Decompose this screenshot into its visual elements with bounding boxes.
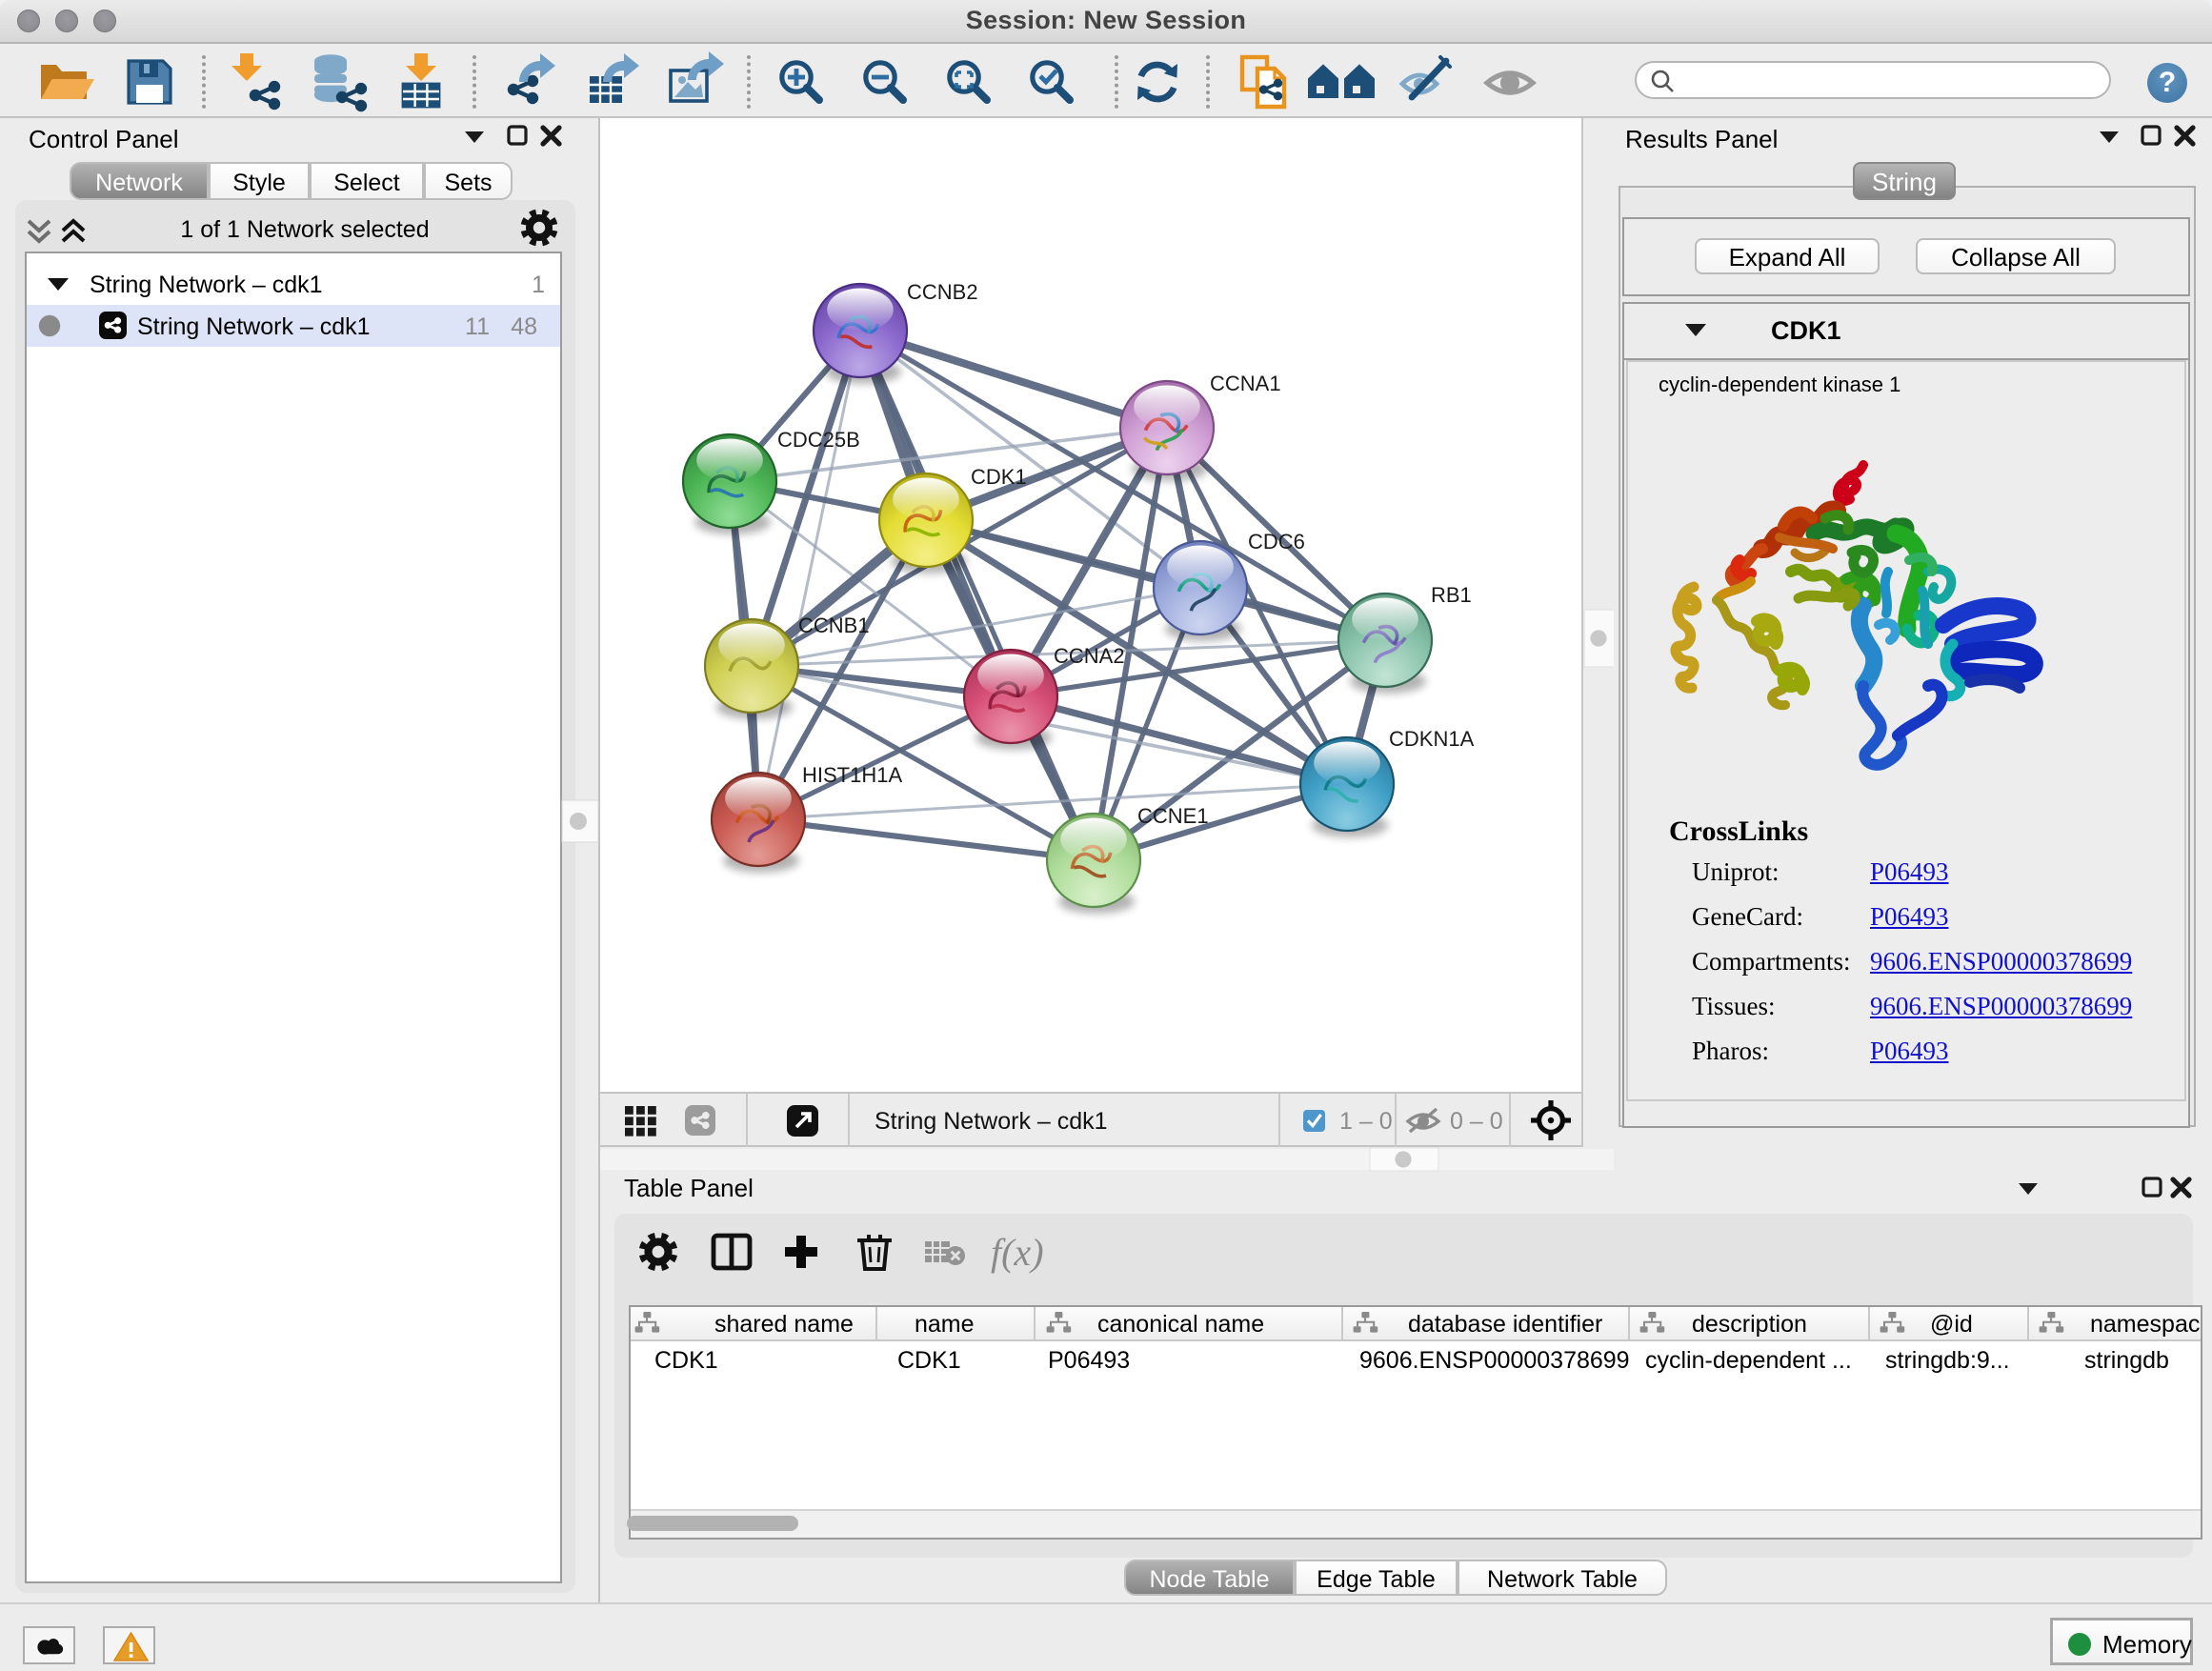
svg-text:CDC25B: CDC25B bbox=[777, 428, 860, 452]
svg-text:CDK1: CDK1 bbox=[971, 465, 1027, 489]
svg-text:CCNB2: CCNB2 bbox=[907, 280, 978, 304]
svg-text:String Network – cdk1: String Network – cdk1 bbox=[875, 1108, 1108, 1135]
svg-text:CCNE1: CCNE1 bbox=[1137, 804, 1209, 828]
svg-text:CDK1: CDK1 bbox=[897, 1347, 961, 1374]
svg-text:CDKN1A: CDKN1A bbox=[1389, 727, 1475, 751]
svg-text:cyclin-dependent ...: cyclin-dependent ... bbox=[1645, 1347, 1852, 1374]
svg-text:CCNB1: CCNB1 bbox=[798, 614, 870, 637]
svg-text:P06493: P06493 bbox=[1048, 1347, 1130, 1374]
svg-text:11: 11 bbox=[465, 313, 490, 340]
svg-text:1 of 1 Network selected: 1 of 1 Network selected bbox=[180, 216, 429, 243]
svg-text:48: 48 bbox=[511, 313, 537, 340]
svg-text:Memory: Memory bbox=[2102, 1630, 2192, 1659]
svg-text:f(x): f(x) bbox=[991, 1231, 1044, 1274]
svg-text:CDC6: CDC6 bbox=[1248, 530, 1305, 554]
svg-text:CCNA1: CCNA1 bbox=[1210, 372, 1281, 395]
svg-text:1 – 0: 1 – 0 bbox=[1339, 1108, 1393, 1135]
svg-text:namespac: namespac bbox=[2090, 1311, 2200, 1338]
svg-text:canonical name: canonical name bbox=[1097, 1311, 1264, 1338]
svg-text:database identifier: database identifier bbox=[1408, 1311, 1602, 1338]
svg-text:name: name bbox=[915, 1311, 975, 1338]
svg-text:stringdb:9...: stringdb:9... bbox=[1885, 1347, 2010, 1374]
svg-text:RB1: RB1 bbox=[1431, 583, 1472, 607]
svg-text:CDK1: CDK1 bbox=[1771, 316, 1841, 345]
svg-text:shared name: shared name bbox=[714, 1311, 854, 1338]
svg-text:String Network – cdk1: String Network – cdk1 bbox=[137, 313, 371, 340]
svg-text:9606.ENSP00000378699: 9606.ENSP00000378699 bbox=[1359, 1347, 1630, 1374]
svg-text:CDK1: CDK1 bbox=[654, 1347, 718, 1374]
svg-text:0 – 0: 0 – 0 bbox=[1450, 1108, 1503, 1135]
svg-text:String Network – cdk1: String Network – cdk1 bbox=[90, 272, 323, 298]
svg-text:description: description bbox=[1692, 1311, 1807, 1338]
svg-text:@id: @id bbox=[1930, 1311, 1973, 1338]
svg-text:1: 1 bbox=[532, 272, 545, 298]
svg-text:CCNA2: CCNA2 bbox=[1054, 644, 1125, 668]
svg-text:stringdb: stringdb bbox=[2084, 1347, 2169, 1374]
svg-text:HIST1H1A: HIST1H1A bbox=[802, 763, 902, 787]
